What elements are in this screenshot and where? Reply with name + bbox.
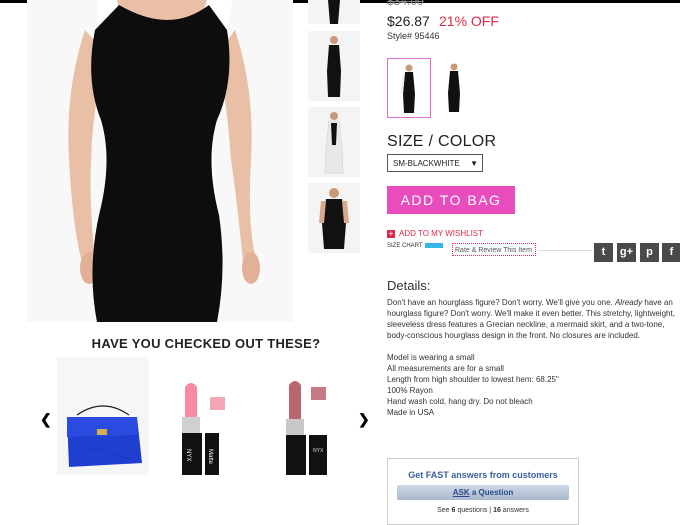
qa-footer-a: See bbox=[437, 507, 452, 514]
lipstick1-brand: NYX bbox=[185, 449, 191, 461]
detail-line: Made in USA bbox=[387, 408, 435, 417]
detail-line: 100% Rayon bbox=[387, 386, 433, 395]
wishlist-link[interactable]: + ADD TO MY WISHLIST bbox=[387, 229, 483, 238]
lipstick1-name: Matte bbox=[207, 449, 213, 465]
size-select-value: SM-BLACKWHITE bbox=[393, 159, 460, 168]
product-card-lipstick-1[interactable]: NYX Matte bbox=[160, 357, 252, 475]
answers-count: 16 bbox=[493, 507, 501, 514]
google-plus-icon[interactable]: g+ bbox=[617, 243, 636, 262]
color-swatch-selected[interactable] bbox=[387, 58, 431, 118]
qa-footer-b: questions | bbox=[455, 507, 494, 514]
discount-label: 21% OFF bbox=[439, 13, 499, 29]
recommendations-heading: HAVE YOU CHECKED OUT THESE? bbox=[91, 336, 321, 351]
qa-footer-c: answers bbox=[500, 507, 529, 514]
info-badge-icon bbox=[424, 243, 443, 248]
qa-footer[interactable]: See 6 questions | 16 answers bbox=[388, 507, 578, 514]
original-price: $34.00 bbox=[387, 0, 424, 8]
plus-icon: + bbox=[387, 228, 395, 238]
wishlist-label: ADD TO MY WISHLIST bbox=[399, 229, 484, 238]
size-chart-label: SIZE CHART bbox=[387, 243, 423, 250]
size-color-label: SIZE / COLOR bbox=[387, 133, 497, 150]
ask-rest-label: a Question bbox=[469, 488, 514, 497]
thumbnail-3[interactable] bbox=[308, 107, 360, 177]
divider bbox=[538, 250, 593, 251]
qa-widget: Get FAST answers from customers ASK a Qu… bbox=[387, 458, 579, 525]
twitter-icon[interactable]: t bbox=[594, 243, 613, 262]
thumbnail-4[interactable] bbox=[308, 183, 360, 253]
carousel-next-icon[interactable]: ❯ bbox=[358, 411, 370, 428]
details-text-a: Don't have an hourglass figure? Don't wo… bbox=[387, 298, 615, 307]
ask-label: ASK bbox=[452, 488, 470, 497]
detail-line: Model is wearing a small bbox=[387, 353, 475, 362]
sale-price: $26.87 bbox=[387, 13, 430, 29]
pinterest-icon[interactable]: p bbox=[640, 243, 659, 262]
product-card-lipstick-2[interactable]: NYX bbox=[259, 357, 351, 475]
facebook-icon[interactable]: f bbox=[662, 243, 680, 262]
carousel-prev-icon[interactable]: ❮ bbox=[40, 411, 52, 428]
details-title: Details: bbox=[387, 278, 431, 293]
qa-title: Get FAST answers from customers bbox=[408, 470, 558, 480]
add-to-bag-button[interactable]: ADD TO BAG bbox=[387, 186, 515, 214]
detail-line: All measurements are for a small bbox=[387, 364, 504, 373]
lipstick2-brand: NYX bbox=[313, 448, 324, 454]
color-swatch-alt[interactable] bbox=[433, 58, 475, 116]
product-card-handbag[interactable] bbox=[57, 357, 149, 475]
details-text-italic: Already bbox=[614, 298, 643, 307]
dropdown-arrow-icon: ▼ bbox=[470, 159, 478, 168]
detail-line: Length from high shoulder to lowest hem:… bbox=[387, 375, 559, 384]
style-number: Style# 95446 bbox=[387, 31, 440, 41]
thumbnail-1[interactable] bbox=[308, 0, 360, 24]
size-chart-link[interactable]: SIZE CHART bbox=[387, 243, 443, 249]
details-paragraph: Don't have an hourglass figure? Don't wo… bbox=[387, 297, 677, 341]
rate-review-link[interactable]: Rate & Review This Item bbox=[452, 243, 536, 256]
thumbnail-2[interactable] bbox=[308, 31, 360, 101]
details-description: Don't have an hourglass figure? Don't wo… bbox=[387, 297, 677, 418]
size-select[interactable]: SM-BLACKWHITE ▼ bbox=[387, 154, 483, 172]
detail-line: Hand wash cold, hang dry. Do not bleach bbox=[387, 397, 533, 406]
ask-question-button[interactable]: ASK a Question bbox=[397, 485, 569, 500]
main-product-photo[interactable] bbox=[27, 0, 293, 322]
